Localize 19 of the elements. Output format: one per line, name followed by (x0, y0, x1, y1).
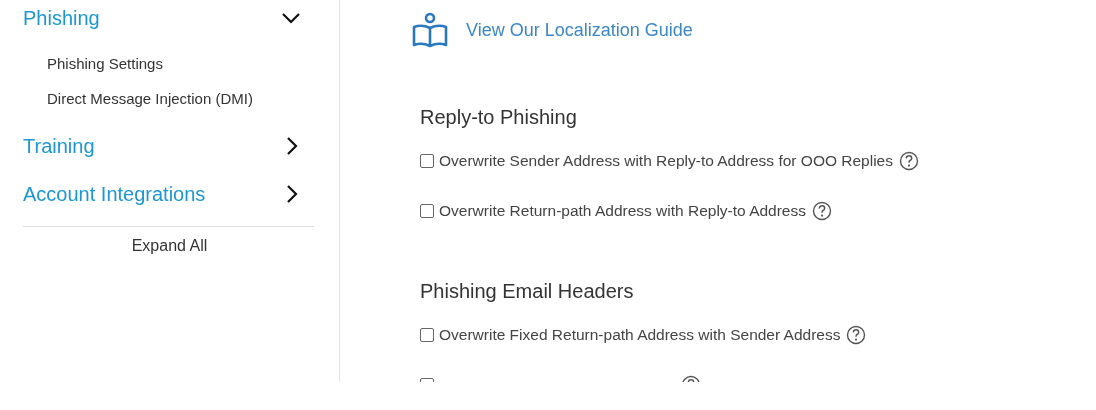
checkbox[interactable] (420, 328, 434, 342)
sidebar-section[interactable]: Phishing (23, 0, 301, 36)
help-icon[interactable] (846, 325, 867, 345)
section-heading: Reply-to Phishing (420, 105, 578, 130)
option-label: Overwrite Return-path Address with Reply-to Address (439, 202, 806, 220)
sidebar-section[interactable]: Account Integrations (23, 176, 301, 212)
sidebar-section[interactable]: Training (23, 128, 301, 164)
book-reader-icon (412, 12, 448, 48)
help-icon[interactable] (812, 201, 832, 221)
help-icon[interactable] (899, 151, 919, 171)
checkbox[interactable] (420, 204, 434, 218)
option-label: Overwrite Sender Address with Reply-to Address for OOO Replies (439, 152, 893, 170)
option-label: Overwrite Fixed Return-path Address with Sender Address (439, 326, 841, 344)
checkbox[interactable] (420, 154, 434, 168)
sidebar-item[interactable]: Direct Message Injection (DMI) (47, 81, 339, 116)
section-heading: Phishing Email Headers (420, 279, 635, 304)
localization-guide-link[interactable]: View Our Localization Guide (466, 19, 693, 41)
expand-all-button[interactable]: Expand All (129, 236, 210, 256)
sidebar-item[interactable]: Phishing Settings (47, 46, 339, 81)
